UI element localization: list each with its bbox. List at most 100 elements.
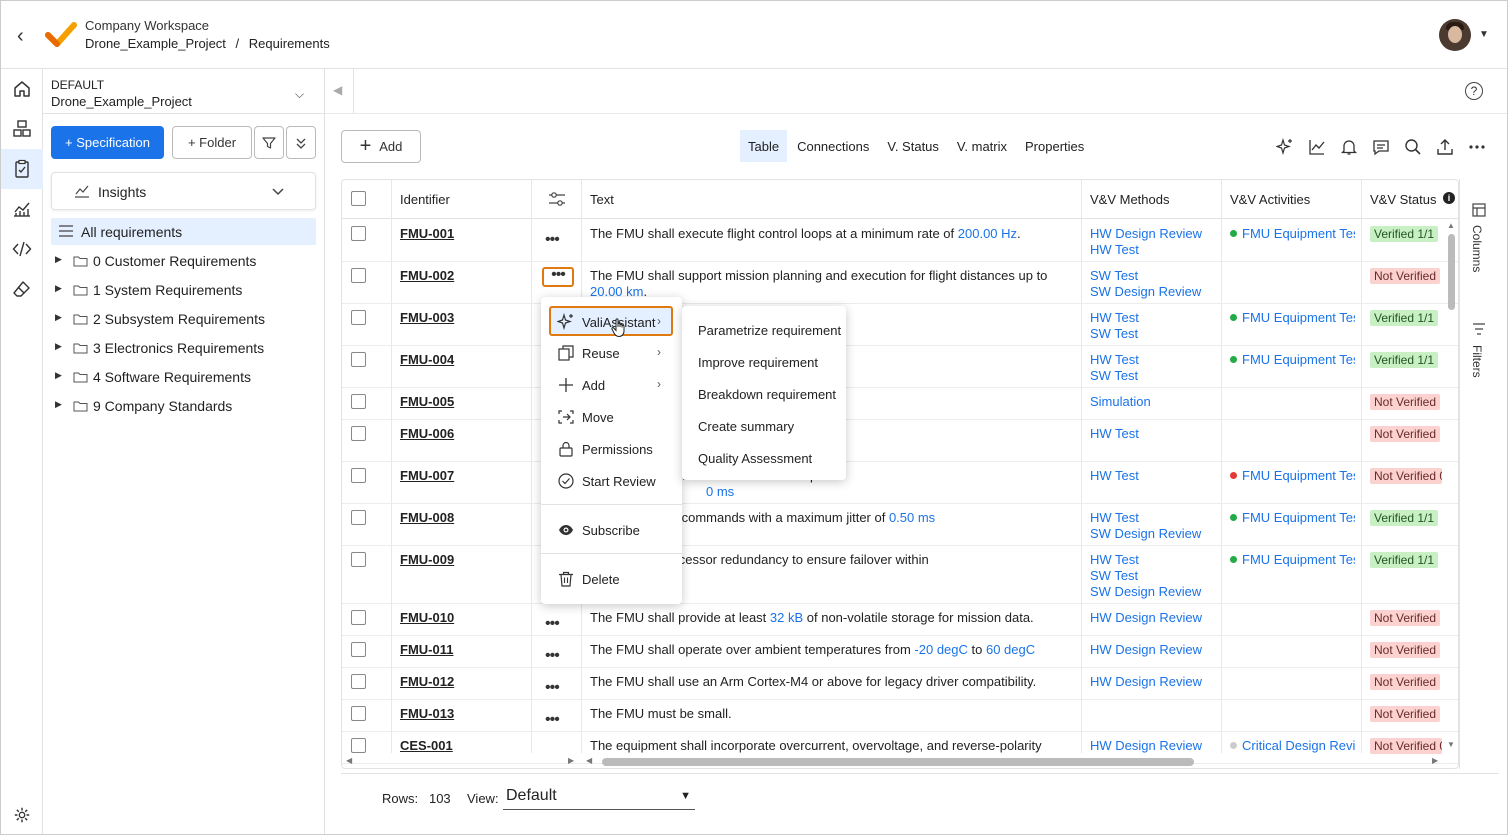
search-icon[interactable]: [1401, 135, 1425, 159]
vv-activity-link[interactable]: FMU Equipment Tes: [1230, 510, 1355, 525]
table-row[interactable]: FMU-005error within ±0.50 m.SimulationNo…: [342, 388, 1458, 420]
tree-item[interactable]: ▶ 1 System Requirements: [51, 277, 316, 303]
scroll-up-icon[interactable]: ▲: [1447, 221, 1455, 230]
tree-item[interactable]: ▶ 2 Subsystem Requirements: [51, 306, 316, 332]
eraser-icon[interactable]: [10, 277, 34, 301]
scroll-right-icon[interactable]: ▶: [1432, 756, 1438, 765]
row-checkbox[interactable]: [351, 706, 366, 721]
row-checkbox[interactable]: [351, 552, 366, 567]
insights-chevron-down-icon[interactable]: [272, 185, 284, 199]
insights-panel[interactable]: Insights: [51, 172, 316, 210]
expand-triangle-icon[interactable]: ▶: [55, 341, 62, 352]
tab-properties[interactable]: Properties: [1017, 130, 1092, 162]
components-icon[interactable]: [10, 117, 34, 141]
submenu-item-quality[interactable]: Quality Assessment: [698, 451, 812, 466]
submenu-item-breakdown[interactable]: Breakdown requirement: [698, 387, 836, 402]
text-cell[interactable]: The FMU shall operate over ambient tempe…: [590, 642, 1070, 658]
add-button[interactable]: + Add: [341, 130, 421, 163]
tab-connections[interactable]: Connections: [789, 130, 877, 162]
vv-method-link[interactable]: HW Test: [1090, 510, 1201, 526]
row-checkbox[interactable]: [351, 510, 366, 525]
scroll-left-icon[interactable]: ◀: [346, 756, 352, 765]
table-row[interactable]: FMU-009 rovide dual-processor redundancy …: [342, 546, 1458, 604]
table-row[interactable]: FMU-011 ••• The FMU shall operate over amb…: [342, 636, 1458, 668]
table-row[interactable]: FMU-010 ••• The FMU shall provide at least…: [342, 604, 1458, 636]
export-icon[interactable]: [1433, 135, 1457, 159]
requirement-id-link[interactable]: FMU-011: [400, 642, 453, 657]
menu-item-subscribe[interactable]: Subscribe: [541, 514, 682, 546]
filter-icon[interactable]: [254, 126, 284, 159]
text-cell[interactable]: The FMU must be small.: [590, 706, 1070, 722]
table-row[interactable]: FMU-002 ••• The FMU shall support mission …: [342, 262, 1458, 304]
back-arrow-icon[interactable]: ‹: [17, 25, 24, 48]
row-checkbox[interactable]: [351, 468, 366, 483]
submenu-item-improve[interactable]: Improve requirement: [698, 355, 818, 370]
quantity-value[interactable]: 32 kB: [770, 610, 803, 625]
requirement-id-link[interactable]: FMU-013: [400, 706, 454, 721]
vv-method-link[interactable]: HW Design Review: [1090, 738, 1202, 754]
avatar-caret-icon[interactable]: ▼: [1479, 29, 1489, 40]
vv-method-link[interactable]: HW Test: [1090, 242, 1202, 258]
vv-activity-link[interactable]: FMU Equipment Tes: [1230, 468, 1355, 483]
expand-triangle-icon[interactable]: ▶: [55, 283, 62, 294]
text-cell[interactable]: The FMU shall execute flight control loo…: [590, 226, 1070, 242]
expand-triangle-icon[interactable]: ▶: [55, 370, 62, 381]
row-checkbox[interactable]: [351, 610, 366, 625]
expand-all-icon[interactable]: [286, 126, 316, 159]
vv-method-link[interactable]: SW Design Review: [1090, 284, 1201, 300]
requirement-id-link[interactable]: FMU-004: [400, 352, 454, 367]
row-checkbox[interactable]: [351, 738, 366, 753]
row-checkbox[interactable]: [351, 642, 366, 657]
row-actions-button[interactable]: •••: [545, 615, 560, 633]
tree-item[interactable]: ▶ 3 Electronics Requirements: [51, 335, 316, 361]
quantity-value[interactable]: 0 ms: [706, 484, 734, 499]
row-checkbox[interactable]: [351, 394, 366, 409]
header-vv-status[interactable]: V&V Status: [1370, 192, 1436, 207]
table-row[interactable]: FMU-004in 2.00 s of critical failure det…: [342, 346, 1458, 388]
quantity-value[interactable]: 200.00 Hz: [958, 226, 1017, 241]
row-actions-button[interactable]: •••: [542, 267, 574, 287]
info-icon[interactable]: i: [1443, 192, 1455, 204]
vv-activity-link[interactable]: FMU Equipment Tes: [1230, 552, 1355, 567]
sparkle-ai-icon[interactable]: [1273, 135, 1297, 159]
expand-triangle-icon[interactable]: ▶: [55, 254, 62, 265]
vv-method-link[interactable]: HW Test: [1090, 310, 1139, 326]
tree-item[interactable]: ▶ 0 Customer Requirements: [51, 248, 316, 274]
home-icon[interactable]: [10, 77, 34, 101]
header-vv-methods[interactable]: V&V Methods: [1090, 192, 1170, 207]
vv-method-link[interactable]: HW Test: [1090, 352, 1139, 368]
table-row[interactable]: FMU-007um rate of 1.00 Hz with timestamp…: [342, 462, 1458, 504]
header-text[interactable]: Text: [590, 192, 614, 207]
vv-method-link[interactable]: HW Test: [1090, 552, 1201, 568]
trend-chart-icon[interactable]: [1305, 135, 1329, 159]
scrollbar-thumb[interactable]: [1448, 234, 1455, 310]
vertical-scrollbar[interactable]: ▲ ▼: [1446, 220, 1458, 753]
expand-triangle-icon[interactable]: ▶: [55, 399, 62, 410]
analytics-icon[interactable]: [10, 197, 34, 221]
vv-activity-link[interactable]: FMU Equipment Tes: [1230, 226, 1355, 241]
columns-icon[interactable]: [1472, 203, 1486, 220]
row-checkbox[interactable]: [351, 310, 366, 325]
header-vv-activities[interactable]: V&V Activities: [1230, 192, 1310, 207]
project-chevron-down-icon[interactable]: ⌵: [295, 87, 304, 102]
view-select[interactable]: Default ▼: [503, 782, 695, 810]
tab-v-matrix[interactable]: V. matrix: [949, 130, 1015, 162]
row-checkbox[interactable]: [351, 674, 366, 689]
vv-method-link[interactable]: SW Test: [1090, 368, 1139, 384]
vv-method-link[interactable]: HW Design Review: [1090, 642, 1202, 658]
menu-item-add[interactable]: Add ›: [541, 369, 682, 401]
row-actions-button[interactable]: •••: [545, 231, 560, 249]
text-cell[interactable]: The FMU shall provide at least 32 kB of …: [590, 610, 1070, 626]
table-row[interactable]: FMU-001 ••• The FMU shall execute flight c…: [342, 220, 1458, 262]
menu-item-reuse[interactable]: Reuse ›: [541, 337, 682, 369]
menu-item-delete[interactable]: Delete: [541, 563, 682, 595]
vv-activity-link[interactable]: Critical Design Revi: [1230, 738, 1355, 753]
add-specification-button[interactable]: + Specification: [51, 126, 164, 159]
requirement-id-link[interactable]: FMU-008: [400, 510, 454, 525]
text-cell[interactable]: The FMU shall use an Arm Cortex-M4 or ab…: [590, 674, 1070, 690]
scroll-down-icon[interactable]: ▼: [1447, 740, 1455, 749]
vv-method-link[interactable]: SW Design Review: [1090, 584, 1201, 600]
vv-method-link[interactable]: SW Test: [1090, 268, 1201, 284]
tree-item[interactable]: ▶ 9 Company Standards: [51, 393, 316, 419]
row-checkbox[interactable]: [351, 426, 366, 441]
